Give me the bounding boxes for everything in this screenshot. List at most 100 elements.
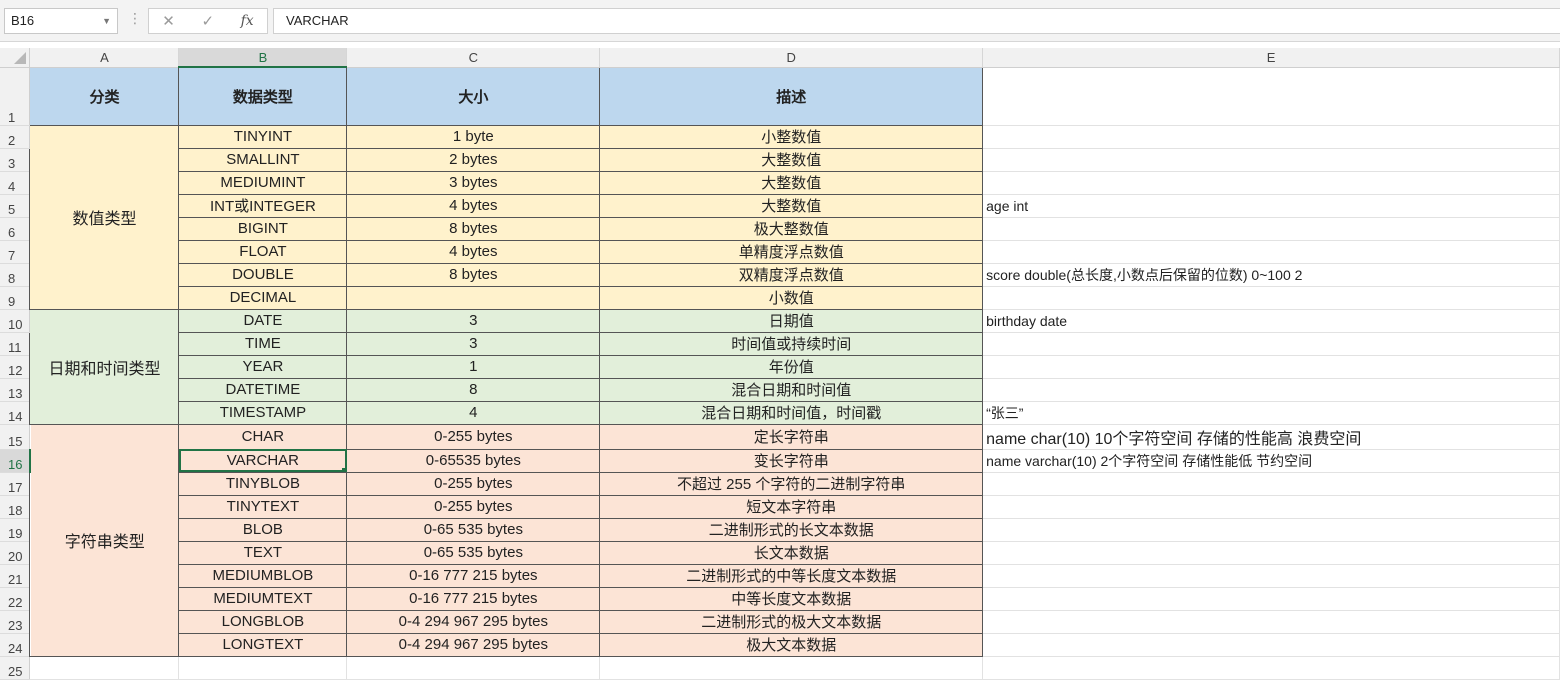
cell-type[interactable]: TINYINT (178, 125, 348, 149)
cell-size[interactable]: 0-65 535 bytes (346, 518, 601, 542)
row-header[interactable]: 3 (0, 148, 31, 172)
cell-desc[interactable]: 单精度浮点数值 (599, 240, 984, 264)
row-header[interactable]: 12 (0, 355, 31, 379)
cell-type[interactable]: TIME (178, 332, 348, 356)
header-category[interactable]: 分类 (29, 66, 180, 126)
column-header-e[interactable]: E (982, 48, 1560, 68)
cell-desc[interactable]: 短文本字符串 (599, 495, 984, 519)
cell-desc[interactable]: 不超过 255 个字符的二进制字符串 (599, 472, 984, 496)
row-header[interactable]: 18 (0, 495, 31, 519)
empty-cell[interactable] (599, 656, 984, 680)
cell-type[interactable]: FLOAT (178, 240, 348, 264)
cell-note[interactable] (982, 286, 1560, 310)
column-header-a[interactable]: A (29, 48, 180, 68)
row-header[interactable]: 23 (0, 610, 31, 634)
more-options-icon[interactable]: ⋮ (128, 10, 142, 27)
cell-type[interactable]: SMALLINT (178, 148, 348, 172)
cell-note[interactable]: name varchar(10) 2个字符空间 存储性能低 节约空间 (982, 449, 1560, 473)
header-desc[interactable]: 描述 (599, 66, 984, 126)
row-header[interactable]: 7 (0, 240, 31, 264)
cell-note[interactable] (982, 564, 1560, 588)
row-header[interactable]: 19 (0, 518, 31, 542)
cell-type[interactable]: TINYBLOB (178, 472, 348, 496)
row-header[interactable]: 10 (0, 309, 31, 333)
column-header-b[interactable]: B (178, 48, 348, 68)
cell-note[interactable] (982, 355, 1560, 379)
row-header[interactable]: 15 (0, 424, 31, 450)
insert-function-icon[interactable]: fx (241, 13, 254, 29)
cell-type[interactable]: INT或INTEGER (178, 194, 348, 218)
row-header[interactable]: 4 (0, 171, 31, 195)
cell-note[interactable] (982, 587, 1560, 611)
cell-size[interactable]: 4 bytes (346, 240, 601, 264)
category-datetime[interactable]: 日期和时间类型 (29, 309, 180, 425)
cell-type[interactable]: MEDIUMINT (178, 171, 348, 195)
row-header[interactable]: 20 (0, 541, 31, 565)
category-string[interactable]: 字符串类型 (29, 424, 180, 657)
cell-note[interactable] (982, 633, 1560, 657)
cell-desc[interactable]: 小整数值 (599, 125, 984, 149)
cell-e1[interactable] (982, 67, 1560, 126)
cell-type[interactable]: MEDIUMTEXT (178, 587, 348, 611)
cell-type[interactable]: DATETIME (178, 378, 348, 402)
cell-note[interactable]: age int (982, 194, 1560, 218)
cell-type[interactable]: YEAR (178, 355, 348, 379)
row-header[interactable]: 14 (0, 401, 31, 425)
cell-desc[interactable]: 极大整数值 (599, 217, 984, 241)
cell-desc[interactable]: 二进制形式的中等长度文本数据 (599, 564, 984, 588)
cell-note[interactable]: “张三” (982, 401, 1560, 425)
cell-desc[interactable]: 大整数值 (599, 171, 984, 195)
cell-note[interactable] (982, 148, 1560, 172)
cell-size[interactable]: 2 bytes (346, 148, 601, 172)
cancel-icon[interactable]: ✕ (162, 12, 175, 30)
row-header[interactable]: 17 (0, 472, 31, 496)
cell-note[interactable] (982, 332, 1560, 356)
cell-note[interactable] (982, 541, 1560, 565)
cell-note[interactable] (982, 472, 1560, 496)
header-size[interactable]: 大小 (346, 66, 601, 126)
cell-desc[interactable]: 小数值 (599, 286, 984, 310)
cell-desc[interactable]: 定长字符串 (599, 424, 984, 450)
header-type[interactable]: 数据类型 (178, 66, 348, 126)
cell-type[interactable]: LONGBLOB (178, 610, 348, 634)
cell-type[interactable]: DECIMAL (178, 286, 348, 310)
cell-size[interactable]: 8 bytes (346, 263, 601, 287)
cell-size[interactable]: 0-255 bytes (346, 472, 601, 496)
empty-cell[interactable] (29, 656, 180, 680)
cell-size[interactable]: 1 byte (346, 125, 601, 149)
cell-size[interactable]: 0-255 bytes (346, 424, 601, 450)
column-header-c[interactable]: C (346, 48, 601, 68)
cell-note[interactable] (982, 610, 1560, 634)
empty-cell[interactable] (178, 656, 348, 680)
cell-note[interactable] (982, 518, 1560, 542)
row-header[interactable]: 11 (0, 332, 31, 356)
row-header[interactable]: 6 (0, 217, 31, 241)
cell-desc[interactable]: 日期值 (599, 309, 984, 333)
cell-note[interactable] (982, 378, 1560, 402)
cell-size[interactable]: 0-4 294 967 295 bytes (346, 633, 601, 657)
row-header[interactable]: 9 (0, 286, 31, 310)
cell-size[interactable]: 0-65 535 bytes (346, 541, 601, 565)
column-header-d[interactable]: D (599, 48, 984, 68)
empty-cell[interactable] (982, 656, 1560, 680)
select-all-corner[interactable] (0, 48, 31, 68)
cell-size[interactable]: 0-4 294 967 295 bytes (346, 610, 601, 634)
cell-size[interactable] (346, 286, 601, 310)
cell-size[interactable]: 0-255 bytes (346, 495, 601, 519)
chevron-down-icon[interactable]: ▼ (102, 9, 111, 33)
cell-size[interactable]: 8 bytes (346, 217, 601, 241)
name-box[interactable]: B16 ▼ (4, 8, 118, 34)
row-header[interactable]: 5 (0, 194, 31, 218)
formula-input[interactable]: VARCHAR (273, 8, 1560, 34)
cell-desc[interactable]: 时间值或持续时间 (599, 332, 984, 356)
cell-desc[interactable]: 年份值 (599, 355, 984, 379)
cell-size[interactable]: 4 (346, 401, 601, 425)
cell-desc[interactable]: 变长字符串 (599, 449, 984, 473)
cell-note[interactable] (982, 125, 1560, 149)
cell-size[interactable]: 3 (346, 309, 601, 333)
cell-type[interactable]: MEDIUMBLOB (178, 564, 348, 588)
cell-size[interactable]: 0-16 777 215 bytes (346, 587, 601, 611)
cell-type[interactable]: BLOB (178, 518, 348, 542)
row-header[interactable]: 2 (0, 125, 31, 149)
cell-note[interactable]: score double(总长度,小数点后保留的位数) 0~100 2 (982, 263, 1560, 287)
